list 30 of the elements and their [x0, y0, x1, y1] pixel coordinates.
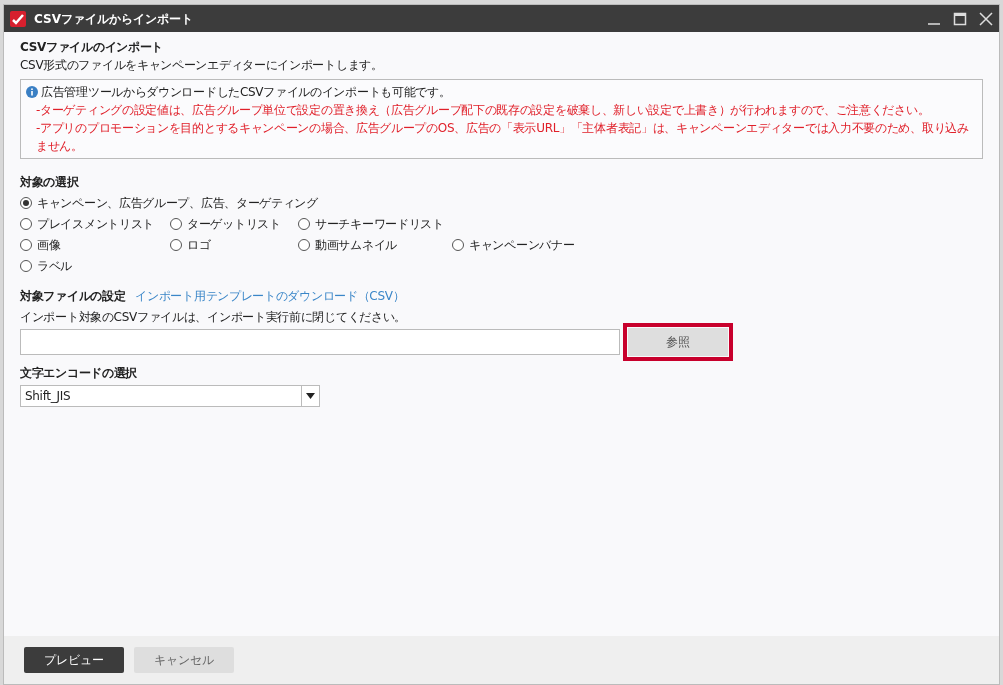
browse-button[interactable]: 参照 — [628, 328, 728, 356]
hint-text: インポート対象のCSVファイルは、インポート実行前に閉じてください。 — [20, 309, 407, 326]
radio-option[interactable]: ラベル — [20, 257, 73, 275]
file-path-field[interactable] — [20, 329, 620, 355]
radio-option[interactable]: ロゴ — [170, 236, 211, 254]
warning-text: -アプリのプロモーションを目的とするキャンペーンの場合、広告グループのOS、広告の「表示URL」「主体者表記」は、キャンペーンエディターでは入力不要のため、取り込みません。 — [35, 120, 970, 155]
warning-text: -ターゲティングの設定値は、広告グループ単位で設定の置き換え（広告グループ配下の既存の設定を破棄し、新しい設定で上書き）が行われますので、ご注意ください。 — [35, 102, 931, 119]
window-title: CSVファイルからインポート — [34, 10, 193, 28]
close-icon[interactable] — [979, 11, 993, 26]
section-title: 文字エンコードの選択 — [20, 365, 138, 382]
radio-option[interactable]: サーチキーワードリスト — [298, 215, 444, 233]
template-download-link[interactable]: インポート用テンプレートのダウンロード（CSV） — [135, 287, 405, 305]
section-title: 対象ファイルの設定 — [20, 288, 126, 305]
caret-icon — [306, 393, 315, 399]
cancel-button[interactable]: キャンセル — [134, 647, 234, 673]
app-logo-icon — [10, 10, 26, 27]
radio-option[interactable]: プレイスメントリスト — [20, 215, 154, 233]
section-title: CSVファイルのインポート — [20, 39, 165, 56]
radio-option[interactable]: ターゲットリスト — [170, 215, 281, 233]
radio-option[interactable]: キャンペーン、広告グループ、広告、ターゲティング — [20, 194, 318, 212]
section-title: 対象の選択 — [20, 174, 80, 191]
preview-button[interactable]: プレビュー — [24, 647, 124, 673]
info-icon — [26, 86, 38, 98]
description-text: CSV形式のファイルをキャンペーンエディターにインポートします。 — [20, 57, 384, 74]
info-text: 広告管理ツールからダウンロードしたCSVファイルのインポートも可能です。 — [41, 84, 451, 101]
encoding-dropdown[interactable]: Shift_JIS — [20, 385, 320, 407]
radio-option[interactable]: 動画サムネイル — [298, 236, 397, 254]
radio-option[interactable]: 画像 — [20, 236, 61, 254]
maximize-icon[interactable] — [953, 11, 967, 26]
radio-option[interactable]: キャンペーンバナー — [452, 236, 575, 254]
